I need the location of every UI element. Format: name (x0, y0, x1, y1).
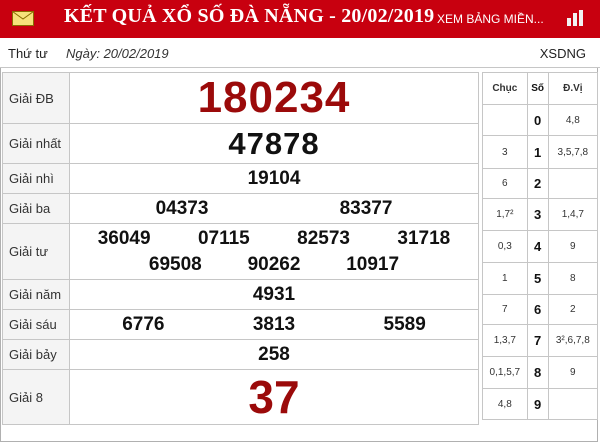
sixth-prize-number: 3813 (252, 313, 296, 335)
prize-label: Giải tư (2, 223, 70, 280)
column-header-dv: Đ.Vị (547, 72, 599, 105)
tens-cell: 7 (482, 294, 528, 325)
fifth-prize-number: 4931 (252, 283, 296, 305)
units-cell: 8 (547, 262, 599, 295)
digit-cell: 7 (526, 324, 549, 357)
prize-label: Giải bảy (2, 339, 70, 370)
table-row: 0,1,5,7 8 9 (482, 356, 599, 389)
digit-cell: 4 (526, 230, 549, 263)
table-row: 62 (482, 168, 599, 199)
fourth-prize-number: 10917 (346, 253, 400, 275)
fourth-prize-number: 82573 (297, 227, 350, 249)
table-row: Giải nhì 19104 (2, 163, 479, 194)
table-row: Giải sáu 6776 3813 5589 (2, 309, 479, 340)
tens-cell: 3 (482, 135, 528, 169)
prize-label: Giải năm (2, 279, 70, 310)
digit-cell: 1 (526, 135, 549, 169)
fourth-prize-number: 31718 (397, 227, 451, 249)
tens-cell: 0,3 (482, 230, 528, 263)
digit-cell: 2 (526, 168, 549, 199)
column-header-so: Số (526, 72, 549, 105)
prize-label: Giải ĐB (2, 72, 70, 124)
table-header-row: Chục Số Đ.Vị (482, 72, 599, 105)
lottery-code: XSDNG (539, 46, 586, 61)
table-row: 158 (482, 262, 599, 295)
fourth-prize-number: 07115 (197, 227, 250, 249)
fourth-prize-number: 69508 (148, 253, 202, 275)
bar-chart-icon[interactable] (565, 9, 587, 27)
page-title: KẾT QUẢ XỔ SỐ ĐÀ NẴNG - 20/02/2019 (64, 5, 435, 27)
digit-cell: 8 (526, 356, 549, 389)
prize-label: Giải ba (2, 193, 70, 224)
fourth-prize-number: 90262 (247, 253, 301, 275)
table-row: 1,3,7 7 3²,6,7,8 (482, 324, 599, 357)
units-cell (547, 388, 599, 420)
day-of-week: Thứ tư (8, 46, 48, 61)
table-row: Giải 8 37 (2, 369, 479, 425)
column-header-chuc: Chục (482, 72, 528, 105)
loto-head-tail-table: Chục Số Đ.Vị 0 4,8 3 1 3,5,7,8 62 1,7² 3 1,4,… (482, 72, 599, 420)
units-cell: 3²,6,7,8 (547, 324, 599, 357)
units-cell: 9 (547, 230, 599, 263)
tens-cell: 4,8 (482, 388, 528, 420)
units-cell (547, 168, 599, 199)
table-row: 0 4,8 (482, 104, 599, 136)
tens-cell: 1,7² (482, 198, 528, 231)
digit-cell: 0 (526, 104, 549, 136)
prize-label: Giải sáu (2, 309, 70, 340)
table-row: Giải năm 4931 (2, 279, 479, 310)
table-row: 0,3 4 9 (482, 230, 599, 263)
seventh-prize-number: 258 (258, 343, 290, 365)
eighth-prize-number: 37 (248, 371, 300, 423)
third-prize-number: 04373 (155, 197, 209, 219)
units-cell: 1,4,7 (547, 198, 599, 231)
units-cell: 2 (547, 294, 599, 325)
envelope-icon (12, 11, 34, 26)
table-row: Giải ĐB 180234 (2, 72, 479, 124)
table-row: 762 (482, 294, 599, 325)
sixth-prize-number: 5589 (383, 313, 426, 335)
fourth-prize-number: 36049 (97, 227, 151, 249)
tens-cell: 0,1,5,7 (482, 356, 528, 389)
prize-label: Giải nhì (2, 163, 70, 194)
units-cell: 3,5,7,8 (547, 135, 599, 169)
table-row: Giải tư 36049 07115 82573 31718 69508 90… (2, 223, 479, 280)
draw-date: Ngày: 20/02/2019 (66, 46, 169, 61)
units-cell: 9 (547, 356, 599, 389)
digit-cell: 5 (526, 262, 549, 295)
tens-cell: 1 (482, 262, 528, 295)
title-bar: KẾT QUẢ XỔ SỐ ĐÀ NẴNG - 20/02/2019 XEM B… (0, 0, 600, 38)
special-prize-number: 180234 (197, 73, 351, 122)
digit-cell: 9 (526, 388, 549, 420)
sixth-prize-number: 6776 (122, 313, 165, 335)
table-row: 4,8 9 (482, 388, 599, 420)
view-region-table-link[interactable]: XEM BẢNG MIỀN... (437, 12, 544, 26)
table-row: 1,7² 3 1,4,7 (482, 198, 599, 231)
table-row: Giải nhất 47878 (2, 123, 479, 164)
units-cell: 4,8 (547, 104, 599, 136)
prize-table: Giải ĐB 180234 Giải nhất 47878 Giải nhì … (2, 72, 479, 425)
third-prize-number: 83377 (339, 197, 393, 219)
table-row: Giải ba 04373 83377 (2, 193, 479, 224)
second-prize-number: 19104 (247, 167, 301, 189)
first-prize-number: 47878 (228, 125, 320, 161)
tens-cell: 1,3,7 (482, 324, 528, 357)
digit-cell: 3 (526, 198, 549, 231)
table-row: Giải bảy 258 (2, 339, 479, 370)
tens-cell: 6 (482, 168, 528, 199)
prize-label: Giải 8 (2, 369, 70, 425)
digit-cell: 6 (526, 294, 549, 325)
tens-cell (482, 104, 528, 136)
prize-label: Giải nhất (2, 123, 70, 164)
table-row: 3 1 3,5,7,8 (482, 135, 599, 169)
